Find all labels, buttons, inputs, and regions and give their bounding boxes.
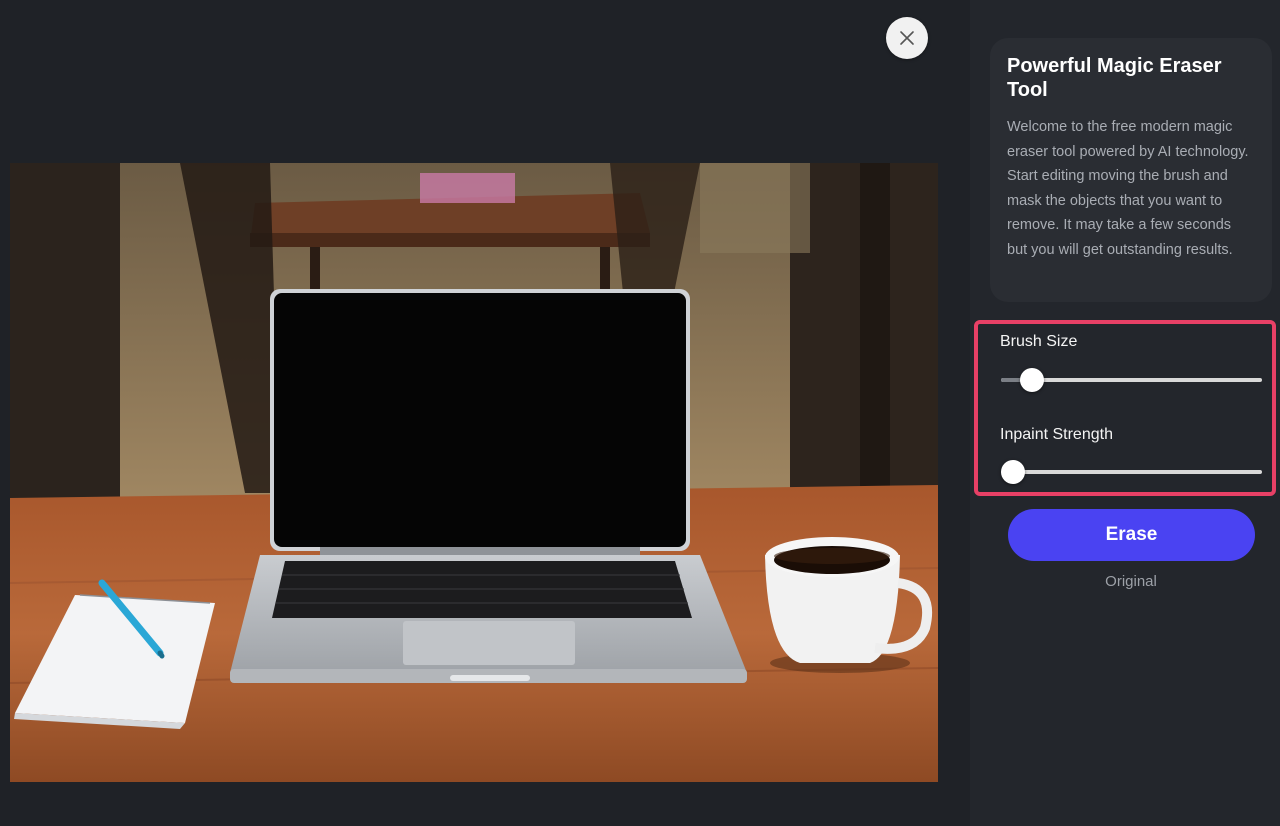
erase-button[interactable]: Erase <box>1008 509 1255 561</box>
inpaint-strength-thumb[interactable] <box>1001 460 1025 484</box>
brush-size-thumb[interactable] <box>1020 368 1044 392</box>
image-canvas[interactable] <box>10 163 938 782</box>
original-toggle[interactable]: Original <box>970 573 1280 590</box>
brush-controls-panel: Brush Size Inpaint Strength <box>974 320 1276 496</box>
close-icon <box>900 31 914 45</box>
tool-sidebar: Powerful Magic Eraser Tool Welcome to th… <box>970 0 1280 826</box>
brush-size-label: Brush Size <box>1000 333 1078 350</box>
inpaint-strength-slider[interactable] <box>1001 460 1262 484</box>
photo-laptop-coffee <box>10 163 938 782</box>
intro-description: Welcome to the free modern magic eraser … <box>1007 119 1249 258</box>
editor-workspace <box>0 0 970 826</box>
brush-size-slider[interactable] <box>1001 368 1262 392</box>
inpaint-strength-label: Inpaint Strength <box>1000 426 1113 443</box>
intro-card: Powerful Magic Eraser Tool Welcome to th… <box>990 38 1272 302</box>
intro-title: Powerful Magic Eraser Tool <box>1007 55 1222 101</box>
close-button[interactable] <box>886 17 928 59</box>
